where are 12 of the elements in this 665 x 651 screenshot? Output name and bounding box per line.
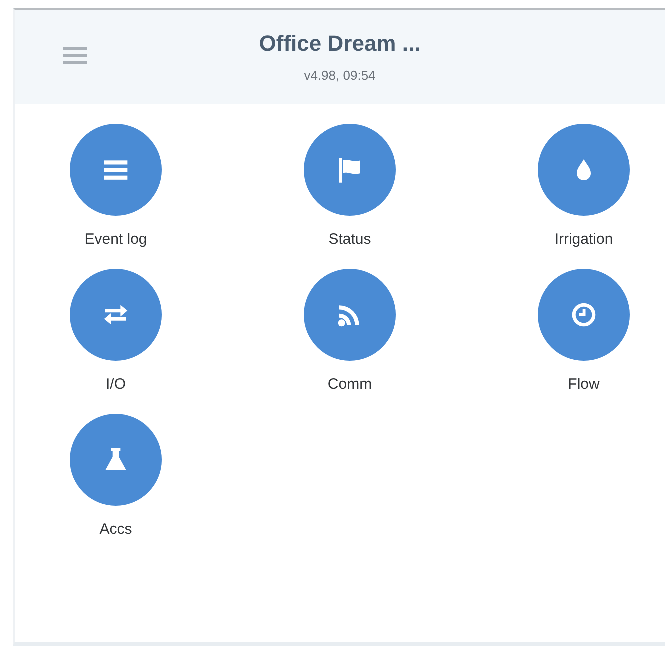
- tile-label: Comm: [328, 375, 372, 395]
- tile-label: Accs: [100, 520, 132, 540]
- clock-icon: [570, 301, 598, 329]
- menu-icon: [63, 46, 87, 64]
- tile-label: Status: [328, 230, 372, 250]
- tile-label: Flow: [568, 375, 600, 395]
- tile-label: Irrigation: [554, 230, 614, 250]
- tile-label: I/O: [106, 375, 126, 395]
- menu-button[interactable]: [61, 44, 89, 66]
- app-title: Office Dream ...: [259, 30, 421, 58]
- version-time: v4.98, 09:54: [304, 66, 376, 84]
- tile-label: Event log: [84, 230, 148, 250]
